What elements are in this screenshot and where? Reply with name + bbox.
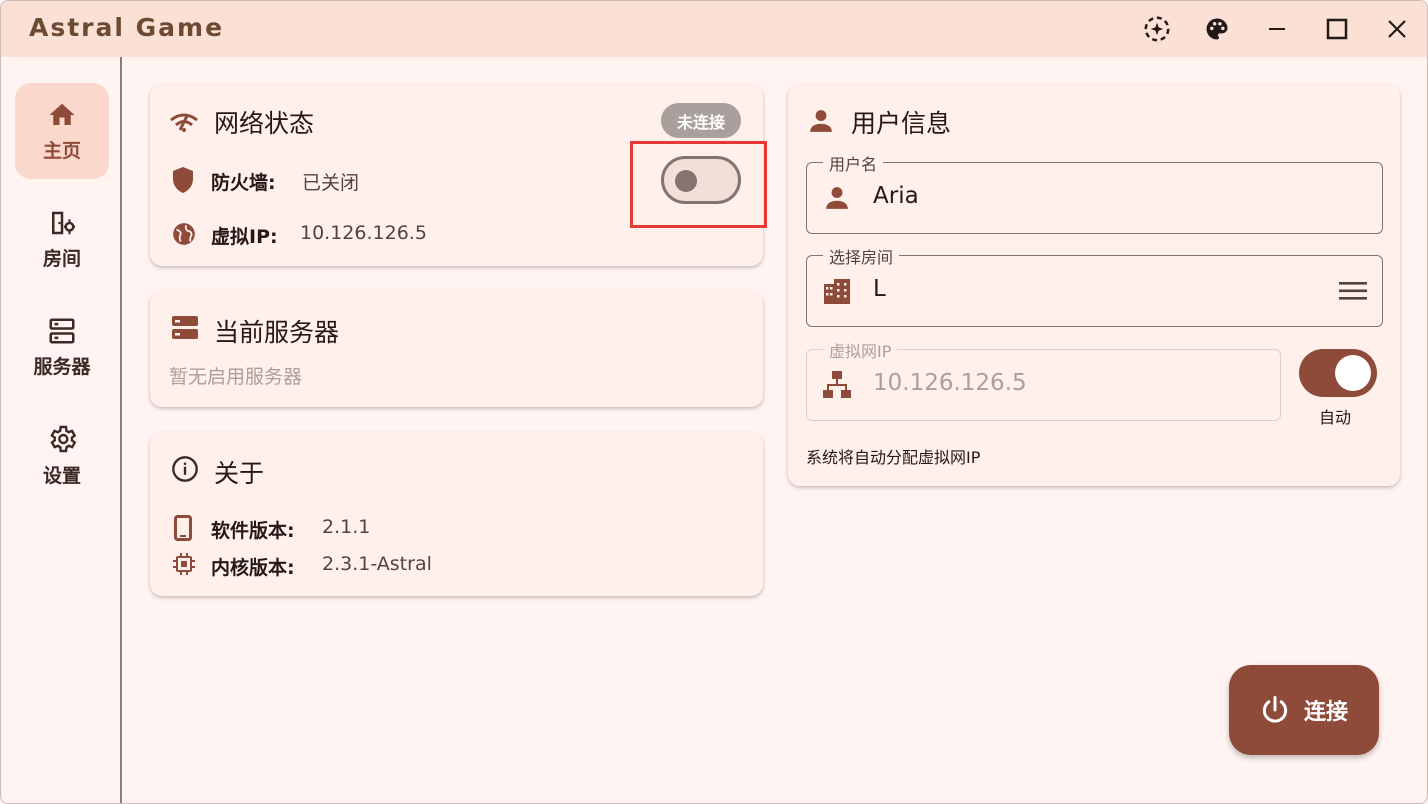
network-status-title: 网络状态 bbox=[214, 109, 315, 138]
username-value: Aria bbox=[873, 183, 919, 209]
virtual-ip-value: 10.126.126.5 bbox=[300, 222, 427, 244]
auto-label: 自动 bbox=[1319, 408, 1352, 427]
network-tree-icon bbox=[823, 371, 851, 398]
sidebar-item-server[interactable]: 服务器 bbox=[15, 299, 109, 395]
username-field[interactable]: 用户名 Aria bbox=[806, 151, 1383, 234]
sidebar-item-room[interactable]: 房间 bbox=[15, 191, 109, 287]
user-info-title: 用户信息 bbox=[851, 109, 952, 138]
toggle-knob bbox=[1335, 355, 1371, 391]
connect-label: 连接 bbox=[1303, 700, 1348, 725]
toggle-knob bbox=[675, 170, 697, 192]
gear-icon bbox=[50, 425, 77, 452]
power-icon bbox=[1262, 696, 1288, 723]
shield-icon bbox=[173, 167, 193, 193]
minimize-icon bbox=[1269, 28, 1285, 30]
sidebar: 主页 房间 服务器 设置 bbox=[1, 57, 122, 803]
connection-status-badge: 未连接 bbox=[661, 103, 741, 138]
server-icon bbox=[172, 316, 198, 339]
sidebar-item-settings[interactable]: 设置 bbox=[15, 407, 109, 503]
room-door-icon bbox=[52, 211, 76, 234]
close-button[interactable] bbox=[1377, 9, 1417, 49]
firewall-toggle[interactable] bbox=[661, 156, 741, 204]
virtual-ip-value: 10.126.126.5 bbox=[873, 370, 1027, 396]
no-server-text: 暂无启用服务器 bbox=[169, 366, 303, 388]
menu-icon[interactable] bbox=[1339, 280, 1367, 302]
info-icon bbox=[172, 456, 198, 482]
sidebar-item-label: 房间 bbox=[42, 247, 81, 270]
current-server-card: 当前服务器 暂无启用服务器 bbox=[150, 291, 763, 407]
sparkle-loading-icon[interactable] bbox=[1137, 9, 1177, 49]
about-title: 关于 bbox=[214, 459, 265, 488]
virtual-ip-label: 虚拟IP: bbox=[211, 226, 278, 248]
maximize-button[interactable] bbox=[1317, 9, 1357, 49]
virtual-ip-field-label: 虚拟网IP bbox=[823, 338, 898, 362]
room-select-label: 选择房间 bbox=[823, 244, 900, 268]
kernel-version-label: 内核版本: bbox=[211, 557, 295, 579]
auto-ip-toggle[interactable] bbox=[1299, 349, 1377, 397]
connect-button[interactable]: 连接 bbox=[1229, 665, 1379, 755]
sidebar-item-label: 设置 bbox=[42, 464, 81, 487]
software-version-value: 2.1.1 bbox=[322, 516, 371, 538]
maximize-icon bbox=[1326, 18, 1348, 40]
app-window: Astral Game 主页 房间 服务器 设置 网络状态 未连接 防火墙: 已… bbox=[0, 0, 1428, 804]
building-icon bbox=[824, 279, 850, 304]
username-field-label: 用户名 bbox=[823, 151, 884, 175]
network-status-card: 网络状态 未连接 防火墙: 已关闭 虚拟IP: 10.126.126.5 bbox=[150, 84, 763, 266]
sidebar-item-label: 服务器 bbox=[33, 355, 91, 378]
user-info-card: 用户信息 用户名 Aria 选择房间 L 虚拟网IP 10.126.126.5 … bbox=[788, 84, 1400, 486]
minimize-button[interactable] bbox=[1257, 9, 1297, 49]
person-icon bbox=[810, 110, 832, 132]
firewall-value: 已关闭 bbox=[302, 172, 360, 194]
kernel-version-value: 2.3.1-Astral bbox=[322, 553, 432, 575]
cpu-chip-icon bbox=[173, 553, 195, 575]
close-icon bbox=[1388, 20, 1406, 38]
about-card: 关于 软件版本: 2.1.1 内核版本: 2.3.1-Astral bbox=[150, 432, 763, 596]
sidebar-item-label: 主页 bbox=[42, 139, 81, 162]
auto-assign-hint: 系统将自动分配虚拟网IP bbox=[806, 448, 981, 467]
room-value: L bbox=[873, 276, 886, 302]
palette-icon[interactable] bbox=[1197, 9, 1237, 49]
room-select[interactable]: 选择房间 L bbox=[806, 244, 1383, 327]
virtual-ip-field: 虚拟网IP 10.126.126.5 bbox=[806, 338, 1281, 421]
current-server-title: 当前服务器 bbox=[214, 318, 340, 347]
globe-icon bbox=[173, 223, 195, 245]
software-version-label: 软件版本: bbox=[211, 520, 295, 542]
server-icon bbox=[49, 318, 75, 343]
phone-icon bbox=[174, 515, 192, 541]
sidebar-item-home[interactable]: 主页 bbox=[15, 83, 109, 179]
wifi-icon bbox=[170, 113, 198, 132]
app-title: Astral Game bbox=[29, 13, 225, 42]
title-bar[interactable]: Astral Game bbox=[1, 1, 1427, 57]
person-icon bbox=[826, 187, 848, 209]
home-icon bbox=[49, 103, 75, 125]
firewall-label: 防火墙: bbox=[211, 172, 276, 194]
